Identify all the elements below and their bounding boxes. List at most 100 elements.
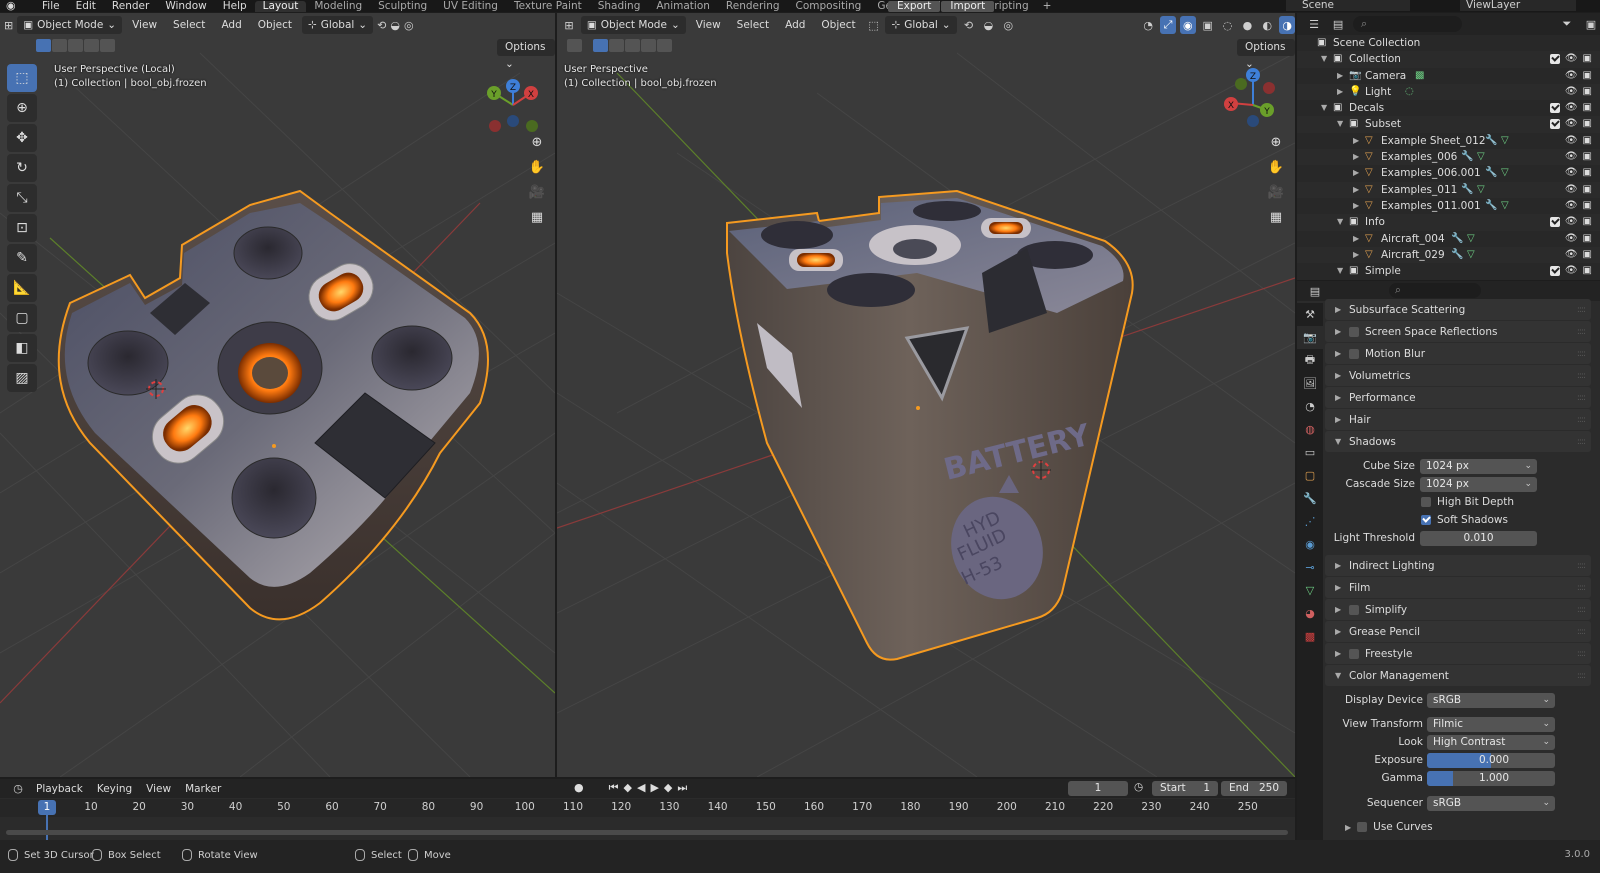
outliner-row[interactable]: ▶ ▽ Aircraft_004 🔧 ▽ 👁 ▣ <box>1297 231 1600 247</box>
camera-render-icon[interactable]: ▣ <box>1583 182 1592 198</box>
include-checkbox[interactable] <box>1549 217 1560 228</box>
workspace-tab-texture-paint[interactable]: Texture Paint <box>506 0 590 12</box>
viewport-right[interactable]: BATTERY HYD FLUID H-53 Z X Y ⊞ ▣ Object … <box>557 13 1295 777</box>
panel-hair[interactable]: ▶ Hair:::: <box>1325 409 1591 430</box>
shading-wireframe-icon[interactable]: ◌ <box>1220 16 1236 34</box>
checkbox-box[interactable] <box>1421 515 1431 525</box>
workspace-tab-sculpting[interactable]: Sculpting <box>370 0 435 12</box>
expand-arrow-icon[interactable]: ▼ <box>1337 263 1343 279</box>
menu-add[interactable]: Add <box>779 19 811 31</box>
panel-performance[interactable]: ▶ Performance:::: <box>1325 387 1591 408</box>
timeline-scrollbar[interactable] <box>6 830 1288 835</box>
drag-grip-icon[interactable]: :::: <box>1577 605 1586 615</box>
move-tool-icon[interactable]: ✥ <box>7 124 37 152</box>
end-frame-field[interactable]: End 250 <box>1221 781 1287 796</box>
workspace-tab-layout[interactable]: Layout <box>254 0 307 12</box>
panel-freestyle[interactable]: ▶ Freestyle:::: <box>1325 643 1591 664</box>
navigation-gizmo[interactable]: Z X Y <box>1224 68 1275 127</box>
expand-arrow-icon[interactable]: ▶ <box>1353 149 1359 165</box>
use-curves-subpanel[interactable]: ▶ Use Curves <box>1345 821 1433 833</box>
proportional-edit-icon[interactable]: ◎ <box>1000 16 1016 34</box>
workspace-tab-rendering[interactable]: Rendering <box>718 0 788 12</box>
expand-arrow-icon[interactable]: ▼ <box>1337 116 1343 132</box>
battery-box-top-model[interactable] <box>57 189 489 621</box>
editor-type-icon[interactable]: ▤ <box>1305 282 1325 300</box>
look-dropdown[interactable]: High Contrast ⌄ <box>1427 735 1555 750</box>
play-icon[interactable]: ▶ <box>650 781 658 795</box>
cascade-size-dropdown[interactable]: 1024 px ⌄ <box>1420 477 1537 492</box>
drag-grip-icon[interactable]: :::: <box>1577 327 1586 337</box>
include-checkbox[interactable] <box>1549 266 1560 277</box>
blender-logo-icon[interactable]: ◉ <box>6 0 20 12</box>
options-dropdown[interactable]: Options ⌄ <box>497 39 555 70</box>
start-frame-field[interactable]: Start 1 <box>1152 781 1218 796</box>
shading-material-icon[interactable]: ◐ <box>1259 16 1275 34</box>
eye-icon[interactable]: 👁 <box>1565 165 1578 181</box>
drag-grip-icon[interactable]: :::: <box>1577 437 1586 447</box>
light-threshold-field[interactable]: 0.010 <box>1420 531 1537 546</box>
menu-help[interactable]: Help <box>215 0 255 12</box>
camera-render-icon[interactable]: ▣ <box>1583 100 1592 116</box>
gamma-slider[interactable]: 1.000 <box>1427 771 1555 786</box>
import-button[interactable]: Import <box>941 0 995 12</box>
scene-tab-icon[interactable]: ◔ <box>1297 395 1323 418</box>
camera-render-icon[interactable]: ▣ <box>1583 84 1592 100</box>
camera-render-icon[interactable]: ▣ <box>1583 247 1592 263</box>
drag-grip-icon[interactable]: :::: <box>1577 671 1586 681</box>
jump-end-icon[interactable]: ⏭ <box>677 781 687 795</box>
outliner-row[interactable]: ▶ ▽ Examples_011.001 🔧 ▽ 👁 ▣ <box>1297 198 1600 214</box>
select-intersect-icon[interactable] <box>657 39 672 52</box>
camera-render-icon[interactable]: ▣ <box>1583 116 1592 132</box>
expand-arrow-icon[interactable]: ▶ <box>1337 68 1343 84</box>
select-invert-icon[interactable] <box>641 39 656 52</box>
expand-arrow-icon[interactable]: ▶ <box>1353 198 1359 214</box>
camera-render-icon[interactable]: ▣ <box>1583 165 1592 181</box>
object-tab-icon[interactable]: ▢ <box>1297 464 1323 487</box>
camera-render-icon[interactable]: ▣ <box>1583 68 1592 84</box>
xray-toggle-icon[interactable]: ▣ <box>1200 16 1216 34</box>
pivot-icon[interactable]: ⟲ <box>377 16 386 34</box>
panel-enable-checkbox[interactable] <box>1349 648 1359 659</box>
select-new-icon[interactable] <box>593 39 608 52</box>
expand-arrow-icon[interactable]: ▼ <box>1321 100 1327 116</box>
texture-tab-icon[interactable]: ▩ <box>1297 625 1323 648</box>
menu-select[interactable]: Select <box>731 19 775 31</box>
outliner-row[interactable]: ▼ ▣ Decals 👁 ▣ <box>1297 100 1600 116</box>
view-layer-selector[interactable]: ViewLayer <box>1460 0 1576 11</box>
output-tab-icon[interactable]: 🖶 <box>1297 349 1323 372</box>
transform-tool-icon[interactable]: ⊡ <box>7 214 37 242</box>
tool-tab-icon[interactable]: ⚒ <box>1297 303 1323 326</box>
menu-view[interactable]: View <box>690 19 727 31</box>
world-tab-icon[interactable]: ◍ <box>1297 418 1323 441</box>
record-icon[interactable]: ● <box>574 781 584 795</box>
select-intersect-icon[interactable] <box>100 39 115 52</box>
panel-color-management[interactable]: ▼ Color Management:::: <box>1325 665 1591 686</box>
outliner-row[interactable]: ▶ ▽ Examples_011 🔧 ▽ 👁 ▣ <box>1297 181 1600 198</box>
constraints-tab-icon[interactable]: ⊸ <box>1297 556 1323 579</box>
view-transform-dropdown[interactable]: Filmic ⌄ <box>1427 717 1555 732</box>
render-tab-icon[interactable]: 📷 <box>1297 326 1323 349</box>
select-new-icon[interactable] <box>36 39 51 52</box>
data-tab-icon[interactable]: ▽ <box>1297 579 1323 602</box>
camera-render-icon[interactable]: ▣ <box>1583 214 1592 230</box>
boxcutter-tool-icon[interactable]: ▨ <box>7 364 37 392</box>
expand-arrow-icon[interactable]: ▼ <box>1321 51 1327 67</box>
drag-grip-icon[interactable]: :::: <box>1577 393 1586 403</box>
camera-view-icon[interactable]: 🎥 <box>526 181 548 203</box>
editor-type-icon[interactable]: ⊞ <box>561 16 577 34</box>
jump-start-icon[interactable]: ⏮ <box>609 781 619 795</box>
menu-file[interactable]: File <box>34 0 68 12</box>
cursor-tool-icon[interactable]: ⊕ <box>7 94 37 122</box>
view-layer-tab-icon[interactable]: 🖼 <box>1297 372 1323 395</box>
expand-arrow-icon[interactable]: ▶ <box>1353 133 1359 149</box>
new-collection-icon[interactable]: ▣ <box>1582 15 1600 33</box>
soft-shadows-checkbox[interactable]: Soft Shadows <box>1421 514 1508 526</box>
expand-arrow-icon[interactable]: ▶ <box>1353 182 1359 198</box>
panel-enable-checkbox[interactable] <box>1349 604 1359 615</box>
current-frame-field[interactable]: 1 <box>1068 781 1128 796</box>
cube-size-dropdown[interactable]: 1024 px ⌄ <box>1420 459 1537 474</box>
properties-search-input[interactable]: ⌕ <box>1389 283 1481 298</box>
panel-enable-checkbox[interactable] <box>1349 326 1359 337</box>
expand-arrow-icon[interactable]: ▶ <box>1337 84 1343 100</box>
menu-keying[interactable]: Keying <box>91 783 138 795</box>
